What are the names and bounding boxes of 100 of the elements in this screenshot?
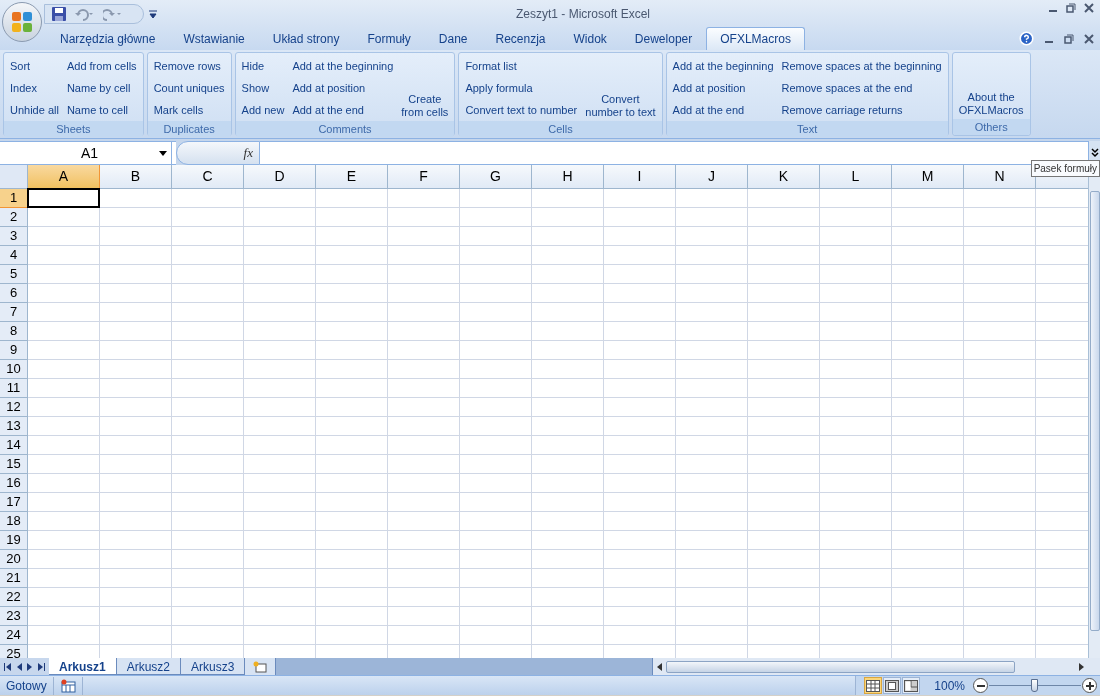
zoom-slider[interactable] — [989, 678, 1081, 693]
row-header[interactable]: 3 — [0, 227, 28, 246]
column-header[interactable]: E — [316, 165, 388, 189]
restore-icon[interactable] — [1064, 33, 1074, 44]
ribbon-button[interactable]: Name by cell — [63, 77, 140, 99]
last-sheet-icon[interactable] — [38, 662, 45, 671]
save-icon[interactable] — [51, 5, 67, 22]
formula-input[interactable] — [260, 141, 1088, 165]
view-button[interactable] — [902, 677, 921, 694]
view-button[interactable] — [883, 677, 902, 694]
row-header[interactable]: 8 — [0, 322, 28, 341]
dropdown-caret-icon[interactable] — [159, 150, 167, 156]
ribbon-tab[interactable]: Dane — [424, 27, 482, 50]
column-header[interactable]: H — [532, 165, 604, 189]
insert-sheet-button[interactable] — [245, 658, 277, 675]
office-button[interactable] — [2, 2, 42, 42]
ribbon-button[interactable]: Remove rows — [150, 55, 228, 77]
close-icon[interactable] — [1084, 33, 1094, 44]
row-header[interactable]: 14 — [0, 436, 28, 455]
name-box[interactable]: A1 — [0, 141, 172, 165]
row-header[interactable]: 1 — [0, 189, 28, 208]
ribbon-button[interactable]: Add at the end — [289, 99, 397, 121]
ribbon-tab[interactable]: Wstawianie — [169, 27, 259, 50]
ribbon-button[interactable]: Mark cells — [150, 99, 228, 121]
row-header[interactable]: 18 — [0, 512, 28, 531]
restore-icon[interactable] — [1066, 3, 1076, 13]
ribbon-button[interactable]: Apply formula — [462, 77, 581, 99]
row-header[interactable]: 5 — [0, 265, 28, 284]
ribbon-tab[interactable]: Widok — [559, 27, 621, 50]
ribbon-button[interactable]: Remove carriage returns — [778, 99, 945, 121]
ribbon-button[interactable]: Create from cells — [398, 93, 452, 119]
record-macro-icon[interactable] — [59, 678, 76, 693]
column-header[interactable]: A — [28, 165, 100, 189]
row-header[interactable]: 15 — [0, 455, 28, 474]
ribbon-button[interactable]: Unhide all — [7, 99, 62, 121]
column-header[interactable]: D — [244, 165, 316, 189]
row-header[interactable]: 13 — [0, 417, 28, 436]
zoom-out-button[interactable] — [973, 678, 988, 693]
row-header[interactable]: 22 — [0, 588, 28, 607]
column-header[interactable]: I — [604, 165, 676, 189]
row-header[interactable]: 24 — [0, 626, 28, 645]
ribbon-button[interactable]: Convert number to text — [582, 93, 659, 119]
ribbon-button[interactable]: Show — [238, 77, 288, 99]
previous-sheet-icon[interactable] — [16, 662, 22, 671]
ribbon-tab[interactable]: Narzędzia główne — [46, 27, 170, 50]
row-header[interactable]: 21 — [0, 569, 28, 588]
ribbon-button[interactable]: Count uniques — [150, 77, 228, 99]
ribbon-button[interactable]: Name to cell — [63, 99, 140, 121]
ribbon-button[interactable]: Add at the beginning — [669, 55, 777, 77]
ribbon-button[interactable]: Add at position — [289, 77, 397, 99]
row-header[interactable]: 10 — [0, 360, 28, 379]
column-header[interactable]: B — [100, 165, 172, 189]
ribbon-button[interactable]: About the OFXLMacros — [955, 91, 1027, 117]
horizontal-scrollbar[interactable] — [652, 658, 1100, 675]
ribbon-tab[interactable]: Recenzja — [481, 27, 560, 50]
row-header[interactable]: 11 — [0, 379, 28, 398]
row-header[interactable]: 12 — [0, 398, 28, 417]
ribbon-tab[interactable]: Formuły — [353, 27, 425, 50]
ribbon-button[interactable]: Add from cells — [63, 55, 140, 77]
ribbon-button[interactable]: Add at the beginning — [289, 55, 397, 77]
row-header[interactable]: 17 — [0, 493, 28, 512]
column-header[interactable]: L — [820, 165, 892, 189]
view-button[interactable] — [864, 677, 883, 694]
active-cell[interactable] — [27, 188, 100, 208]
slider-thumb[interactable] — [1031, 678, 1038, 692]
ribbon-tab[interactable]: Układ strony — [258, 27, 354, 50]
row-header[interactable]: 23 — [0, 607, 28, 626]
row-header[interactable]: 6 — [0, 284, 28, 303]
insert-function-button[interactable]: fx — [176, 141, 260, 165]
row-header[interactable]: 7 — [0, 303, 28, 322]
column-header[interactable]: J — [676, 165, 748, 189]
ribbon-button[interactable]: Hide — [238, 55, 288, 77]
first-sheet-icon[interactable] — [4, 662, 11, 671]
ribbon-button[interactable]: Remove spaces at the end — [778, 77, 945, 99]
column-header[interactable]: C — [172, 165, 244, 189]
customize-caret-icon[interactable] — [148, 8, 158, 19]
zoom-level[interactable]: 100% — [934, 676, 965, 695]
ribbon-button[interactable]: Format list — [462, 55, 581, 77]
row-header[interactable]: 2 — [0, 208, 28, 227]
row-header[interactable]: 16 — [0, 474, 28, 493]
column-header[interactable]: K — [748, 165, 820, 189]
ribbon-tab[interactable]: Deweloper — [620, 27, 707, 50]
sheet-tab[interactable]: Arkusz2 — [116, 658, 182, 675]
next-sheet-icon[interactable] — [27, 662, 33, 671]
column-header[interactable]: G — [460, 165, 532, 189]
close-icon[interactable] — [1084, 3, 1094, 13]
column-header[interactable]: M — [892, 165, 964, 189]
column-header[interactable]: F — [388, 165, 460, 189]
row-header[interactable]: 19 — [0, 531, 28, 550]
sheet-tab[interactable]: Arkusz3 — [181, 658, 246, 675]
ribbon-button[interactable]: Add at the end — [669, 99, 777, 121]
help-icon[interactable] — [1019, 31, 1034, 46]
ribbon-button[interactable]: Index — [7, 77, 62, 99]
ribbon-tab[interactable]: OFXLMacros — [706, 27, 805, 50]
row-header[interactable]: 25 — [0, 645, 28, 658]
ribbon-button[interactable]: Add new — [238, 99, 288, 121]
ribbon-button[interactable]: Remove spaces at the beginning — [778, 55, 945, 77]
ribbon-button[interactable]: Add at position — [669, 77, 777, 99]
row-header[interactable]: 20 — [0, 550, 28, 569]
zoom-in-button[interactable] — [1082, 678, 1097, 693]
